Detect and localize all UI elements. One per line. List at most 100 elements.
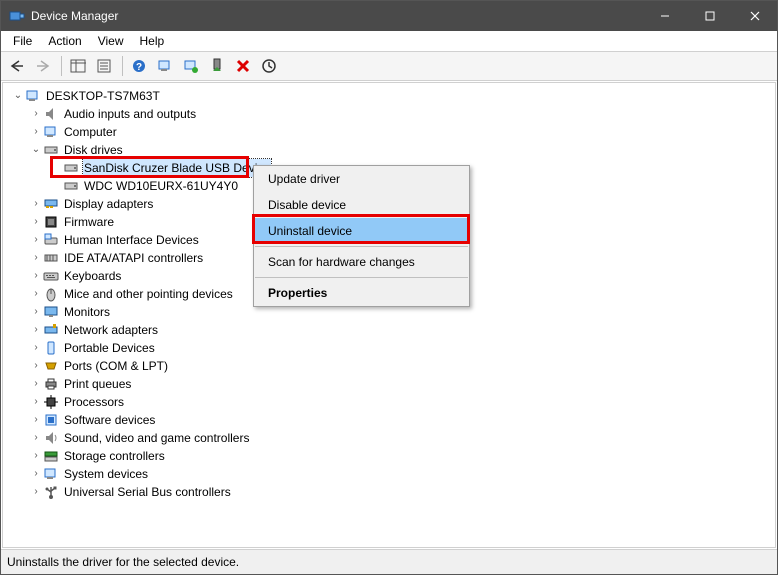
- show-hide-tree-button[interactable]: [66, 54, 90, 78]
- tree-node-ports[interactable]: › Ports (COM & LPT): [11, 357, 775, 375]
- mouse-icon: [43, 286, 59, 302]
- expander-icon[interactable]: ›: [29, 483, 43, 501]
- menu-action[interactable]: Action: [40, 32, 89, 50]
- expander-icon[interactable]: ›: [29, 357, 43, 375]
- tree-node-label: Sound, video and game controllers: [63, 429, 250, 447]
- context-scan-hardware[interactable]: Scan for hardware changes: [254, 249, 469, 275]
- disable-device-button[interactable]: [257, 54, 281, 78]
- monitor-icon: [43, 304, 59, 320]
- tree-node-processors[interactable]: › Processors: [11, 393, 775, 411]
- tree-node-software-devices[interactable]: › Software devices: [11, 411, 775, 429]
- expander-icon[interactable]: ›: [29, 393, 43, 411]
- context-update-driver[interactable]: Update driver: [254, 166, 469, 192]
- help-button[interactable]: ?: [127, 54, 151, 78]
- expander-icon[interactable]: ›: [29, 447, 43, 465]
- tree-node-label: WDC WD10EURX-61UY4Y0: [83, 177, 239, 195]
- hid-icon: [43, 232, 59, 248]
- expander-icon[interactable]: ›: [29, 123, 43, 141]
- tree-node-label: Display adapters: [63, 195, 154, 213]
- statusbar: Uninstalls the driver for the selected d…: [1, 549, 777, 574]
- expander-icon[interactable]: ›: [29, 195, 43, 213]
- uninstall-device-button[interactable]: [231, 54, 255, 78]
- expander-icon[interactable]: ›: [29, 249, 43, 267]
- storage-controller-icon: [43, 448, 59, 464]
- close-button[interactable]: [732, 1, 777, 31]
- tree-node-storage-controllers[interactable]: › Storage controllers: [11, 447, 775, 465]
- expander-icon[interactable]: ›: [29, 411, 43, 429]
- back-button[interactable]: [5, 54, 29, 78]
- tree-node-label: Monitors: [63, 303, 111, 321]
- app-icon: [9, 8, 25, 24]
- expander-icon[interactable]: ›: [29, 339, 43, 357]
- expander-icon[interactable]: ›: [29, 303, 43, 321]
- expander-icon[interactable]: ›: [29, 105, 43, 123]
- context-separator: [255, 277, 468, 278]
- tree-node-sound-video-game[interactable]: › Sound, video and game controllers: [11, 429, 775, 447]
- expander-icon[interactable]: ›: [29, 285, 43, 303]
- expander-icon[interactable]: ›: [29, 267, 43, 285]
- scan-hardware-button[interactable]: [153, 54, 177, 78]
- tree-node-label: Keyboards: [63, 267, 122, 285]
- enable-device-button[interactable]: [205, 54, 229, 78]
- properties-button[interactable]: [92, 54, 116, 78]
- context-disable-device[interactable]: Disable device: [254, 192, 469, 218]
- tree-node-audio[interactable]: › Audio inputs and outputs: [11, 105, 775, 123]
- tree-node-label: Software devices: [63, 411, 156, 429]
- processor-icon: [43, 394, 59, 410]
- tree-node-network-adapters[interactable]: › Network adapters: [11, 321, 775, 339]
- disk-icon: [63, 178, 79, 194]
- expander-icon[interactable]: ⌄: [29, 141, 43, 159]
- display-adapter-icon: [43, 196, 59, 212]
- expander-icon[interactable]: ›: [29, 213, 43, 231]
- tree-node-label: Network adapters: [63, 321, 159, 339]
- tree-node-usb-controllers[interactable]: › Universal Serial Bus controllers: [11, 483, 775, 501]
- menu-help[interactable]: Help: [132, 32, 173, 50]
- tree-node-label: Computer: [63, 123, 118, 141]
- tree-node-label: Disk drives: [63, 141, 124, 159]
- system-device-icon: [43, 466, 59, 482]
- expander-icon[interactable]: ›: [29, 375, 43, 393]
- tree-node-label: SanDisk Cruzer Blade USB Device: [83, 159, 271, 177]
- tree-node-label: Processors: [63, 393, 125, 411]
- menubar: File Action View Help: [1, 31, 777, 52]
- computer-icon: [25, 88, 41, 104]
- update-driver-button[interactable]: [179, 54, 203, 78]
- tree-node-label: Universal Serial Bus controllers: [63, 483, 232, 501]
- port-icon: [43, 358, 59, 374]
- expander-icon[interactable]: ›: [29, 465, 43, 483]
- tree-node-system-devices[interactable]: › System devices: [11, 465, 775, 483]
- expander-icon[interactable]: ⌄: [11, 87, 25, 105]
- expander-icon[interactable]: ›: [29, 429, 43, 447]
- context-properties[interactable]: Properties: [254, 280, 469, 306]
- audio-icon: [43, 106, 59, 122]
- tree-node-print-queues[interactable]: › Print queues: [11, 375, 775, 393]
- keyboard-icon: [43, 268, 59, 284]
- tree-node-label: Storage controllers: [63, 447, 166, 465]
- context-uninstall-device[interactable]: Uninstall device: [254, 218, 469, 244]
- toolbar-separator: [122, 56, 123, 76]
- menu-file[interactable]: File: [5, 32, 40, 50]
- svg-text:?: ?: [136, 62, 142, 73]
- disk-icon: [43, 142, 59, 158]
- forward-button[interactable]: [31, 54, 55, 78]
- tree-node-label: DESKTOP-TS7M63T: [45, 87, 161, 105]
- portable-device-icon: [43, 340, 59, 356]
- tree-root[interactable]: ⌄ DESKTOP-TS7M63T: [11, 87, 775, 105]
- tree-node-computer[interactable]: › Computer: [11, 123, 775, 141]
- tree-node-label: System devices: [63, 465, 149, 483]
- tree-node-label: Human Interface Devices: [63, 231, 200, 249]
- tree-node-label: Portable Devices: [63, 339, 156, 357]
- tree-node-portable-devices[interactable]: › Portable Devices: [11, 339, 775, 357]
- tree-node-label: Print queues: [63, 375, 132, 393]
- ide-icon: [43, 250, 59, 266]
- tree-node-disk-drives[interactable]: ⌄ Disk drives: [11, 141, 775, 159]
- minimize-button[interactable]: [642, 1, 687, 31]
- maximize-button[interactable]: [687, 1, 732, 31]
- expander-icon[interactable]: ›: [29, 321, 43, 339]
- window-title: Device Manager: [31, 9, 642, 23]
- menu-view[interactable]: View: [90, 32, 132, 50]
- printer-icon: [43, 376, 59, 392]
- expander-icon[interactable]: ›: [29, 231, 43, 249]
- usb-icon: [43, 484, 59, 500]
- statusbar-text: Uninstalls the driver for the selected d…: [7, 555, 239, 569]
